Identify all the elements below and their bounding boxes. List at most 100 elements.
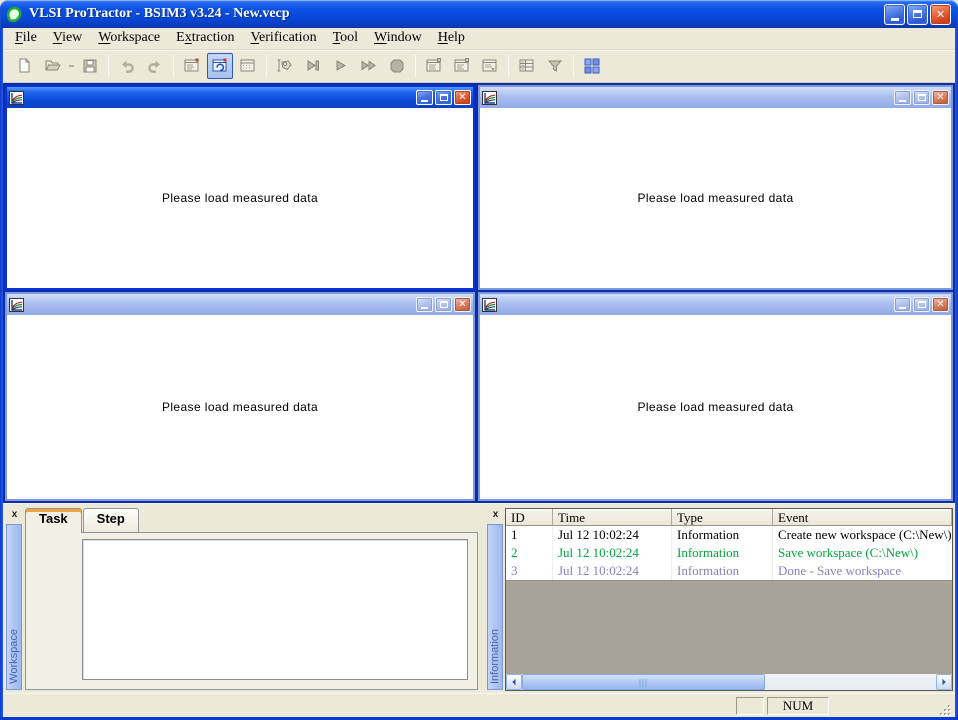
tile-windows-button[interactable] — [579, 53, 605, 79]
report-window-3-button[interactable] — [477, 53, 503, 79]
save-button[interactable] — [77, 53, 103, 79]
minimize-button[interactable] — [884, 4, 905, 25]
toolbar-separator — [266, 55, 267, 77]
child-title-bar[interactable]: ✕ — [480, 87, 951, 108]
undo-button[interactable] — [114, 53, 140, 79]
menu-file[interactable]: File — [7, 29, 45, 48]
plot-area[interactable]: Please load measured data — [480, 108, 951, 288]
child-minimize-button[interactable] — [416, 90, 433, 105]
undo-icon — [118, 57, 136, 75]
scrollbar-track[interactable] — [522, 674, 936, 690]
menu-bar: File View Workspace Extraction Verificat… — [3, 28, 955, 50]
toolbar-separator — [508, 55, 509, 77]
step-forward-button[interactable] — [300, 53, 326, 79]
child-maximize-button[interactable] — [435, 297, 452, 312]
chevron-right-icon — [940, 678, 948, 686]
child-title-bar[interactable]: ✕ — [7, 294, 473, 315]
menu-verification[interactable]: Verification — [242, 29, 324, 48]
tab-task[interactable]: Task — [25, 508, 82, 533]
report-window-1-button[interactable] — [421, 53, 447, 79]
title-bar[interactable]: VLSI ProTractor - BSIM3 v3.24 - New.vecp… — [0, 0, 958, 28]
child-close-button[interactable]: ✕ — [454, 90, 471, 105]
close-button[interactable]: ✕ — [930, 4, 951, 25]
child-caption-buttons: ✕ — [894, 297, 949, 312]
column-header-event[interactable]: Event — [773, 509, 952, 526]
parameter-grid-button[interactable] — [235, 53, 261, 79]
redo-button[interactable] — [142, 53, 168, 79]
maximize-icon — [918, 94, 926, 101]
mdi-window-bottom-right: ✕ Please load measured data — [478, 292, 953, 501]
scrollbar-thumb[interactable] — [522, 674, 765, 690]
maximize-icon — [913, 10, 922, 18]
scroll-right-button[interactable] — [936, 674, 952, 690]
panel-splitter[interactable] — [479, 504, 486, 693]
information-panel-close-button[interactable]: x — [489, 508, 502, 521]
plot-window-icon — [9, 91, 24, 105]
menu-window[interactable]: Window — [366, 29, 430, 48]
child-close-button[interactable]: ✕ — [932, 297, 949, 312]
open-dropdown-dash[interactable] — [69, 65, 74, 67]
column-header-id[interactable]: ID — [506, 509, 553, 526]
horizontal-scrollbar — [506, 674, 952, 690]
status-pane-empty-2 — [832, 697, 936, 715]
menu-tool[interactable]: Tool — [325, 29, 366, 48]
scroll-left-button[interactable] — [506, 674, 522, 690]
open-button[interactable] — [40, 53, 66, 79]
data-table-button[interactable] — [514, 53, 540, 79]
maximize-icon — [918, 301, 926, 308]
probe-tag-button[interactable] — [272, 53, 298, 79]
resize-grip[interactable] — [938, 701, 952, 717]
plot-placeholder-text: Please load measured data — [162, 400, 318, 414]
workspace-panel-close-button[interactable]: x — [8, 508, 21, 521]
mdi-window-top-right: ✕ Please load measured data — [478, 85, 953, 290]
workspace-panel: x Workspace Task Step — [5, 508, 479, 691]
redo-icon — [146, 57, 164, 75]
report-window-3-icon — [481, 57, 499, 75]
run-button[interactable] — [328, 53, 354, 79]
table-row[interactable]: 3 Jul 12 10:02:24 Information Done - Sav… — [506, 562, 952, 580]
column-header-time[interactable]: Time — [553, 509, 672, 526]
child-maximize-button[interactable] — [913, 297, 930, 312]
report-window-2-button[interactable] — [449, 53, 475, 79]
event-log-table: ID Time Type Event 1 Jul 12 10:02:24 Inf… — [505, 508, 953, 691]
child-close-button[interactable]: ✕ — [454, 297, 471, 312]
menu-help[interactable]: Help — [430, 29, 473, 48]
maximize-icon — [440, 94, 448, 101]
plot-area[interactable]: Please load measured data — [7, 108, 473, 288]
child-minimize-button[interactable] — [894, 90, 911, 105]
chevron-left-icon — [510, 678, 518, 686]
child-close-button[interactable]: ✕ — [932, 90, 949, 105]
task-list[interactable] — [82, 539, 468, 680]
menu-view[interactable]: View — [45, 29, 91, 48]
tab-step[interactable]: Step — [83, 508, 139, 532]
open-folder-icon — [44, 57, 62, 75]
child-title-bar[interactable]: ✕ — [7, 87, 473, 108]
table-header-row: ID Time Type Event — [506, 509, 952, 526]
menu-extraction[interactable]: Extraction — [168, 29, 242, 48]
new-file-button[interactable] — [12, 53, 38, 79]
plot-window-icon — [482, 91, 497, 105]
child-minimize-button[interactable] — [416, 297, 433, 312]
plot-area[interactable]: Please load measured data — [7, 315, 473, 499]
table-row[interactable]: 1 Jul 12 10:02:24 Information Create new… — [506, 526, 952, 544]
refresh-plots-button[interactable] — [207, 53, 233, 79]
stop-button[interactable] — [384, 53, 410, 79]
status-pane-num: NUM — [767, 697, 829, 715]
column-header-type[interactable]: Type — [672, 509, 773, 526]
child-minimize-button[interactable] — [894, 297, 911, 312]
maximize-button[interactable] — [907, 4, 928, 25]
workspace-tabs: Task Step — [25, 508, 140, 533]
table-row[interactable]: 2 Jul 12 10:02:24 Information Save works… — [506, 544, 952, 562]
child-maximize-button[interactable] — [435, 90, 452, 105]
close-icon: ✕ — [936, 300, 944, 310]
menu-workspace[interactable]: Workspace — [90, 29, 168, 48]
task-window-button[interactable] — [179, 53, 205, 79]
window-title: VLSI ProTractor - BSIM3 v3.24 - New.vecp — [29, 6, 884, 22]
table-empty-area — [506, 580, 952, 674]
plot-area[interactable]: Please load measured data — [480, 315, 951, 499]
filter-button[interactable] — [542, 53, 568, 79]
child-maximize-button[interactable] — [913, 90, 930, 105]
child-title-bar[interactable]: ✕ — [480, 294, 951, 315]
run-all-button[interactable] — [356, 53, 382, 79]
window-content: File View Workspace Extraction Verificat… — [3, 28, 955, 717]
